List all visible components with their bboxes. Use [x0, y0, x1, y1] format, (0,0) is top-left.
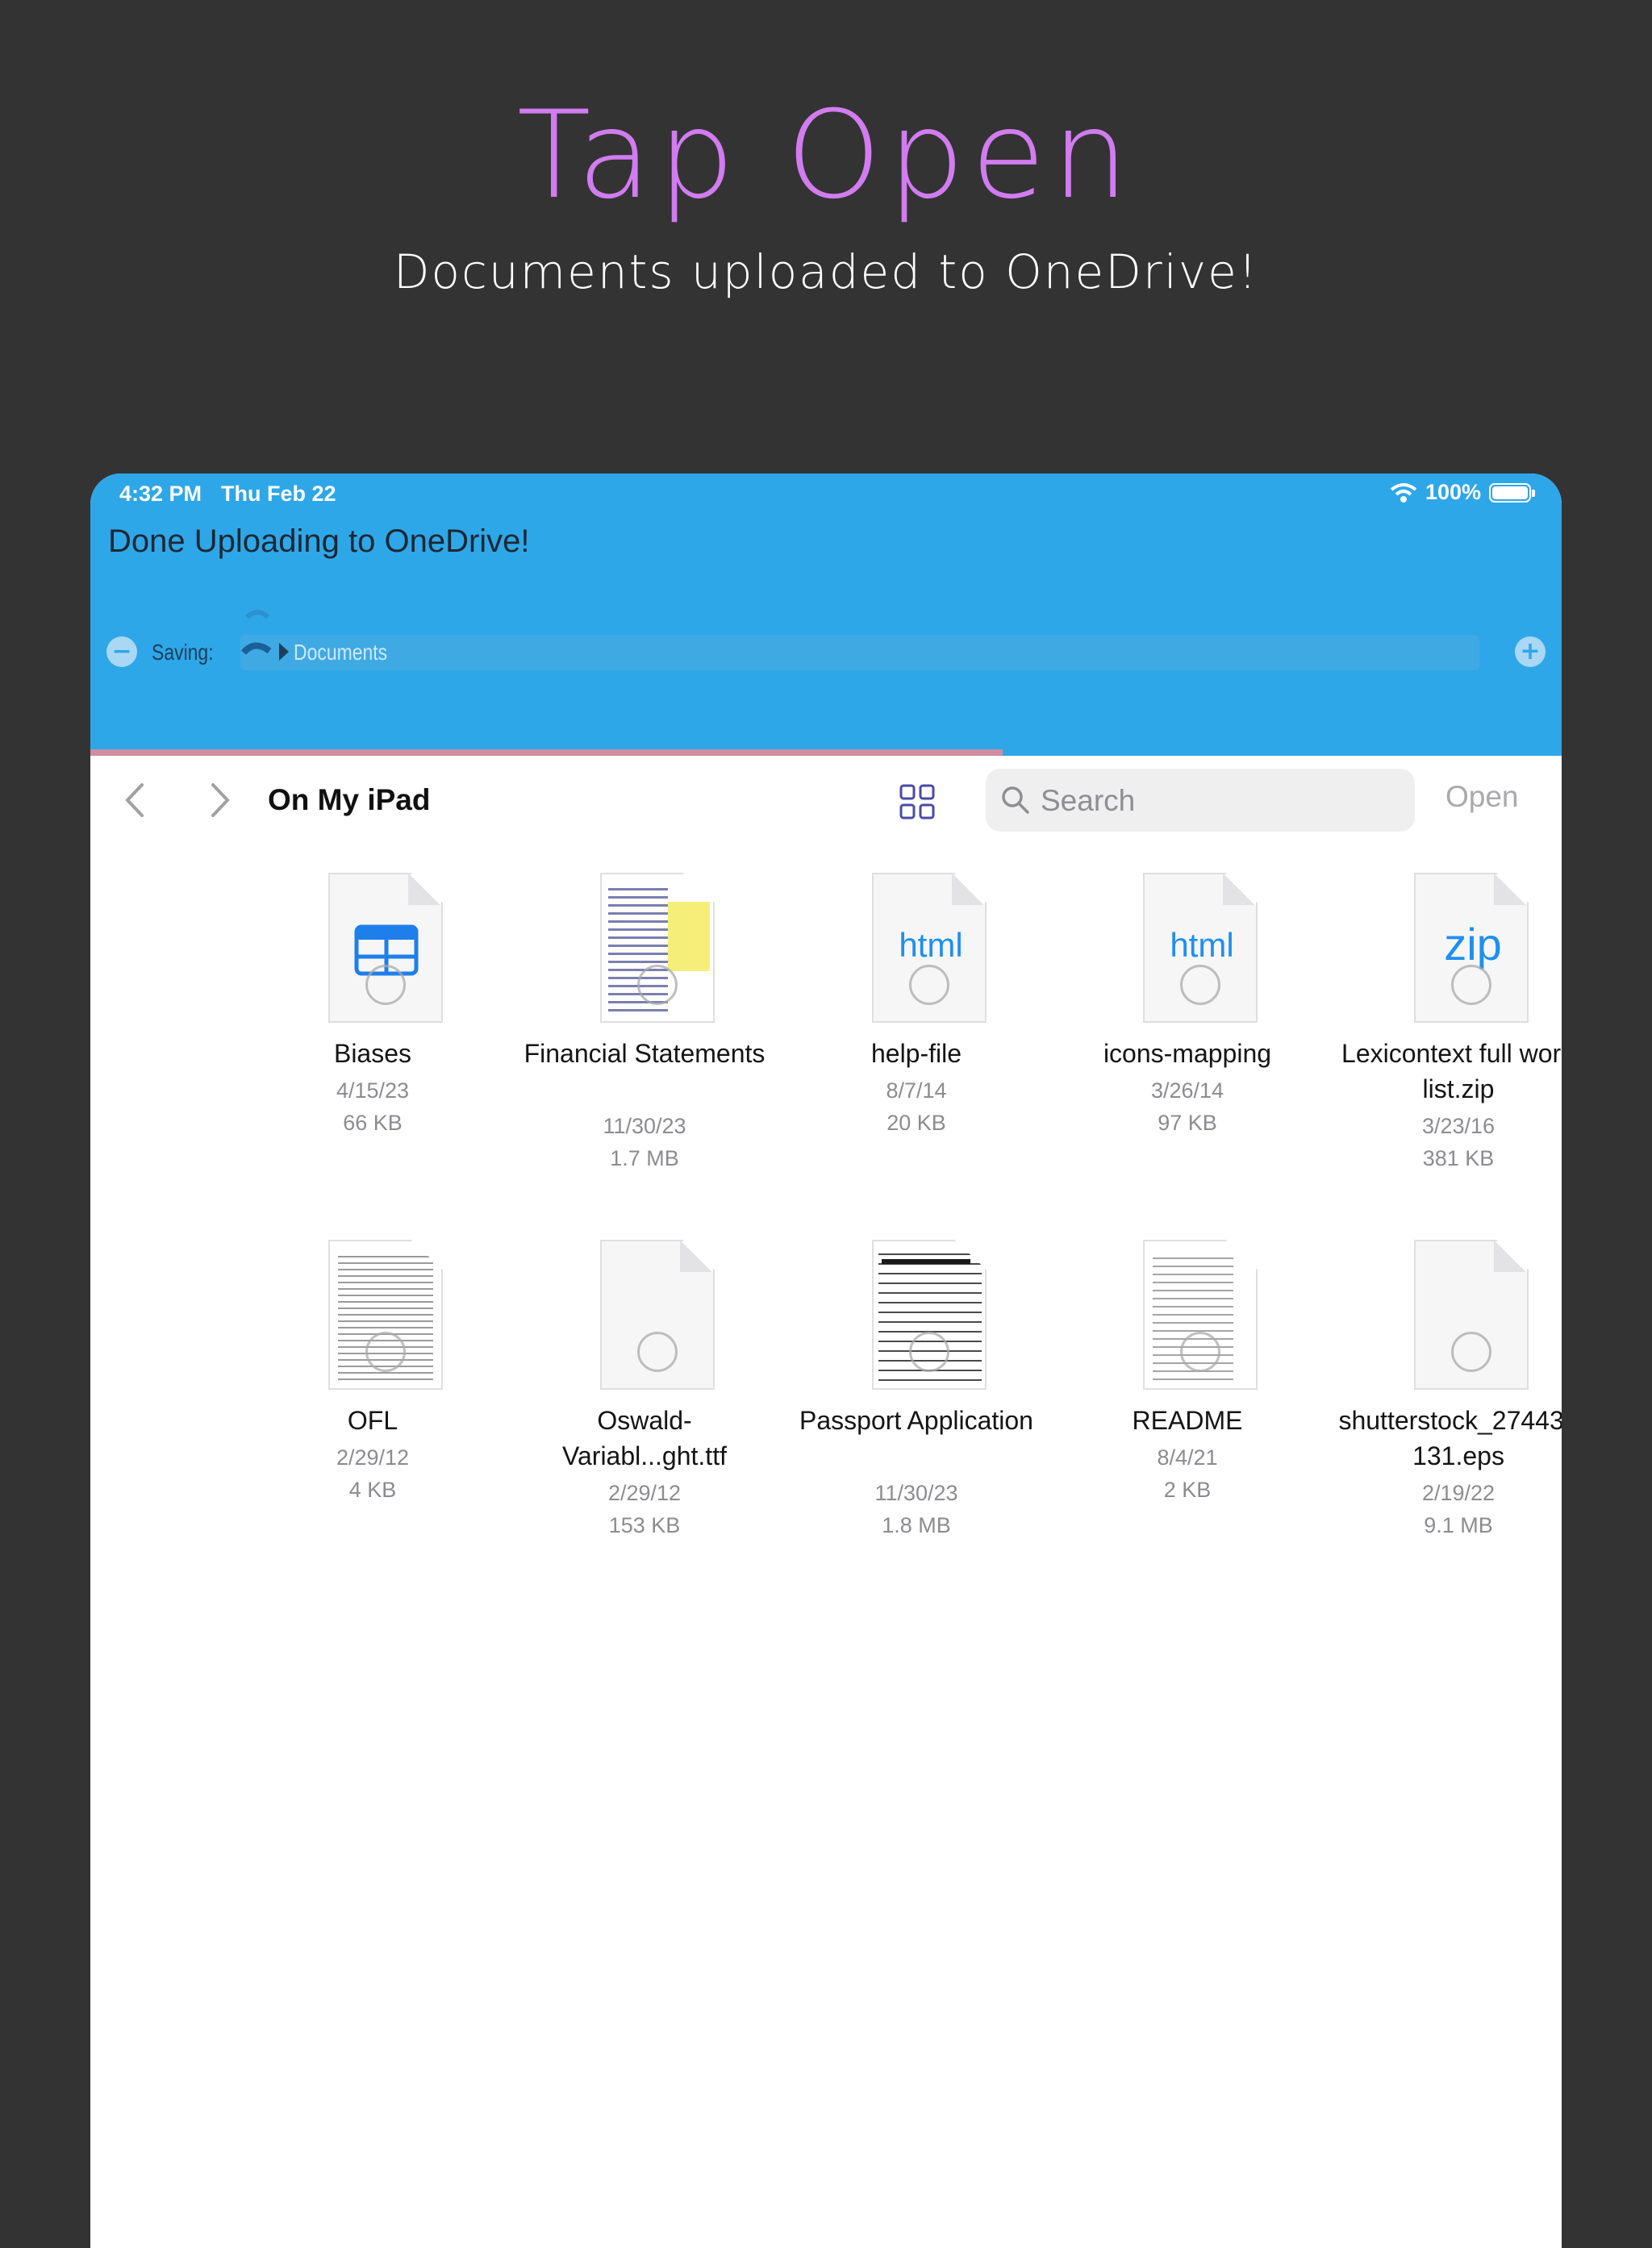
document-thumbnail	[600, 873, 715, 1023]
file-date: 8/7/14	[886, 1078, 947, 1103]
file-date: 8/4/21	[1157, 1445, 1218, 1470]
html-type-label: html	[1170, 926, 1234, 964]
file-size: 66 KB	[343, 1111, 403, 1135]
file-name: icons-mapping	[1103, 1039, 1272, 1068]
file-size: 97 KB	[1158, 1111, 1217, 1135]
file-size: 2 KB	[1163, 1478, 1212, 1502]
file-date: 2/19/22	[1421, 1481, 1496, 1505]
file-date: 4/15/23	[336, 1078, 410, 1103]
file-date: 3/26/14	[1150, 1078, 1224, 1103]
file-name: OFL	[347, 1406, 398, 1435]
file-date: 2/29/12	[607, 1481, 682, 1505]
promo-headline: Tap Open	[516, 85, 1136, 226]
file-name: README	[1132, 1406, 1243, 1435]
file-size: 20 KB	[886, 1111, 946, 1135]
spreadsheet-file-icon	[328, 873, 443, 1023]
zip-file-icon: zip	[1414, 873, 1529, 1023]
file-name: help-file	[870, 1039, 962, 1068]
html-type-label: html	[899, 926, 963, 964]
file-size: 9.1 MB	[1424, 1513, 1493, 1537]
document-thumbnail	[1143, 1240, 1258, 1390]
file-size: 153 KB	[608, 1513, 681, 1537]
promo-subline: Documents uploaded to OneDrive!	[393, 244, 1259, 299]
file-date: 11/30/23	[603, 1114, 686, 1138]
file-date: 2/29/12	[336, 1445, 410, 1470]
file-name: Passport Application	[799, 1406, 1033, 1435]
document-thumbnail	[872, 1240, 987, 1390]
ipad-screen: 4:32 PM Thu Feb 22 100% Done Uploading t…	[90, 473, 1562, 2248]
file-name: Biases	[333, 1039, 412, 1068]
document-thumbnail	[328, 1240, 443, 1390]
file-size: 1.8 MB	[882, 1513, 951, 1537]
file-size: 1.7 MB	[610, 1146, 679, 1170]
file-date: 3/23/16	[1421, 1114, 1496, 1138]
file-name: Oswald-Variabl...ght.ttf	[562, 1406, 727, 1470]
html-file-icon: html	[1143, 873, 1258, 1023]
file-grid: Biases 4/15/23 66 KB Financial Statement…	[90, 473, 1562, 2248]
file-size: 381 KB	[1422, 1146, 1495, 1170]
file-name: Financial Statements	[524, 1039, 766, 1068]
file-name: shutterstock_274437131.eps	[1338, 1406, 1562, 1470]
html-file-icon: html	[872, 873, 987, 1023]
file-name: Lexicontext full word list.zip	[1341, 1039, 1562, 1103]
blank-file-icon	[600, 1240, 715, 1390]
zip-type-label: zip	[1444, 919, 1502, 970]
blank-file-icon	[1414, 1240, 1529, 1390]
file-size: 4 KB	[348, 1478, 397, 1502]
file-date: 11/30/23	[874, 1481, 958, 1505]
